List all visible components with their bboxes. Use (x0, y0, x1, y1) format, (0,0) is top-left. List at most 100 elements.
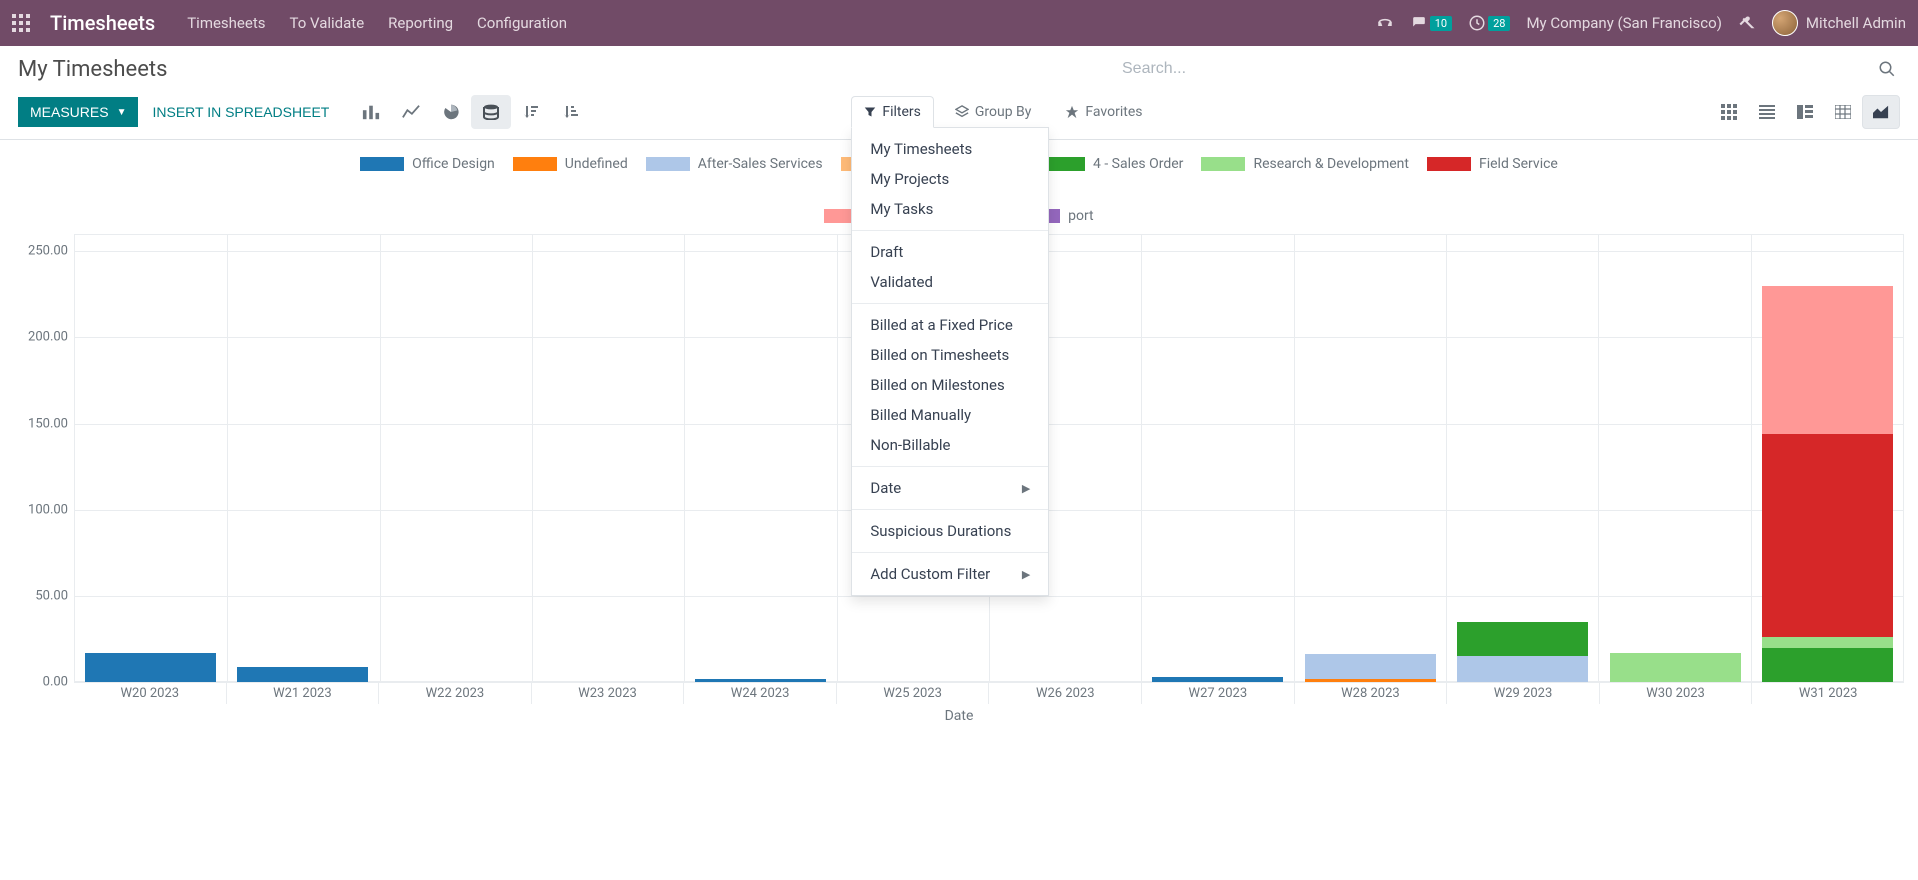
favorites-dropdown[interactable]: Favorites (1052, 96, 1155, 128)
filter-my-projects[interactable]: My Projects (852, 164, 1048, 194)
filters-label: Filters (882, 104, 921, 120)
bar-segment[interactable] (85, 653, 216, 682)
legend-label: port (1068, 208, 1094, 224)
line-chart-icon[interactable] (391, 95, 431, 129)
settings-icon[interactable] (1738, 14, 1756, 32)
legend-label: Research & Development (1253, 156, 1409, 172)
filter-add-custom[interactable]: Add Custom Filter▶ (852, 559, 1048, 589)
insert-spreadsheet-button[interactable]: INSERT IN SPREADSHEET (138, 97, 343, 127)
filter-draft[interactable]: Draft (852, 237, 1048, 267)
y-tick: 50.00 (8, 588, 68, 603)
caret-right-icon: ▶ (1022, 568, 1030, 581)
view-grid-week-icon[interactable] (1786, 95, 1824, 129)
view-kanban-icon[interactable] (1710, 95, 1748, 129)
legend-item[interactable]: 4 - Sales Order (1041, 156, 1183, 172)
bar-segment[interactable] (1305, 654, 1436, 678)
groupby-dropdown[interactable]: Group By (942, 96, 1045, 128)
user-menu[interactable]: Mitchell Admin (1772, 10, 1906, 36)
legend-item[interactable]: After-Sales Services (646, 156, 823, 172)
company-switcher[interactable]: My Company (San Francisco) (1526, 14, 1721, 32)
measures-button[interactable]: MEASURES ▼ (18, 97, 138, 127)
x-axis-label: Date (4, 708, 1914, 724)
caret-down-icon: ▼ (117, 107, 127, 118)
caret-right-icon: ▶ (1022, 482, 1030, 495)
user-name: Mitchell Admin (1806, 14, 1906, 32)
legend-swatch (646, 157, 690, 171)
y-tick: 200.00 (8, 330, 68, 345)
legend-label: Office Design (412, 156, 495, 172)
filter-date[interactable]: Date▶ (852, 473, 1048, 503)
sort-asc-icon[interactable] (551, 95, 591, 129)
legend-label: 4 - Sales Order (1093, 156, 1183, 172)
legend-label: Field Service (1479, 156, 1558, 172)
legend-label: Undefined (565, 156, 628, 172)
nav-configuration[interactable]: Configuration (473, 14, 571, 32)
phone-icon[interactable] (1376, 14, 1394, 32)
legend-item[interactable]: Research & Development (1201, 156, 1409, 172)
x-tick: W28 2023 (1294, 682, 1447, 704)
groupby-label: Group By (975, 104, 1032, 120)
search-input[interactable] (1122, 54, 1874, 84)
bar-segment[interactable] (695, 679, 826, 682)
nav-to-validate[interactable]: To Validate (286, 14, 369, 32)
bar-segment[interactable] (237, 667, 368, 683)
activities-badge: 28 (1488, 16, 1510, 31)
filter-my-timesheets[interactable]: My Timesheets (852, 134, 1048, 164)
x-tick: W29 2023 (1446, 682, 1599, 704)
y-tick: 150.00 (8, 416, 68, 431)
filter-validated[interactable]: Validated (852, 267, 1048, 297)
bar-segment[interactable] (1610, 653, 1741, 682)
pie-chart-icon[interactable] (431, 95, 471, 129)
view-pivot-icon[interactable] (1824, 95, 1862, 129)
legend-item[interactable]: Undefined (513, 156, 628, 172)
legend-swatch (1427, 157, 1471, 171)
bar-segment[interactable] (1152, 677, 1283, 682)
bar-segment[interactable] (1762, 434, 1893, 637)
apps-icon[interactable] (12, 14, 30, 32)
view-graph-icon[interactable] (1862, 95, 1900, 129)
nav-reporting[interactable]: Reporting (384, 14, 457, 32)
x-tick: W31 2023 (1751, 682, 1904, 704)
x-tick: W20 2023 (74, 682, 226, 704)
x-tick: W25 2023 (836, 682, 989, 704)
messages-icon[interactable]: 10 (1410, 16, 1452, 31)
x-tick: W24 2023 (683, 682, 836, 704)
avatar (1772, 10, 1798, 36)
bar-segment[interactable] (1762, 648, 1893, 682)
activities-icon[interactable]: 28 (1468, 14, 1510, 32)
page-title: My Timesheets (18, 57, 167, 82)
filter-on-milestones[interactable]: Billed on Milestones (852, 370, 1048, 400)
filter-manually[interactable]: Billed Manually (852, 400, 1048, 430)
filter-my-tasks[interactable]: My Tasks (852, 194, 1048, 224)
bar-segment[interactable] (1305, 679, 1436, 682)
x-tick: W23 2023 (531, 682, 684, 704)
bar-segment[interactable] (1762, 637, 1893, 647)
legend-item[interactable]: Office Design (360, 156, 495, 172)
bar-segment[interactable] (1457, 622, 1588, 656)
filters-menu: My Timesheets My Projects My Tasks Draft… (851, 127, 1049, 596)
nav-timesheets[interactable]: Timesheets (183, 14, 269, 32)
filter-suspicious[interactable]: Suspicious Durations (852, 516, 1048, 546)
bar-segment[interactable] (1457, 656, 1588, 682)
x-tick: W26 2023 (988, 682, 1141, 704)
filter-fixed-price[interactable]: Billed at a Fixed Price (852, 310, 1048, 340)
legend-item[interactable]: Field Service (1427, 156, 1558, 172)
legend-swatch (1201, 157, 1245, 171)
layers-icon (955, 105, 969, 119)
bar-segment[interactable] (1762, 286, 1893, 434)
stacked-icon[interactable] (471, 95, 511, 129)
filter-on-timesheets[interactable]: Billed on Timesheets (852, 340, 1048, 370)
star-icon (1065, 105, 1079, 119)
favorites-label: Favorites (1085, 104, 1142, 120)
sort-desc-icon[interactable] (511, 95, 551, 129)
messages-badge: 10 (1430, 16, 1452, 31)
navbar: Timesheets Timesheets To Validate Report… (0, 0, 1918, 46)
filters-dropdown[interactable]: Filters (851, 96, 934, 128)
filter-non-billable[interactable]: Non-Billable (852, 430, 1048, 460)
app-brand[interactable]: Timesheets (50, 11, 155, 35)
view-list-icon[interactable] (1748, 95, 1786, 129)
search-icon[interactable] (1874, 56, 1900, 82)
bar-chart-icon[interactable] (351, 95, 391, 129)
control-panel: My Timesheets MEASURES ▼ INSERT IN SPREA… (0, 46, 1918, 140)
filter-icon (864, 106, 876, 118)
